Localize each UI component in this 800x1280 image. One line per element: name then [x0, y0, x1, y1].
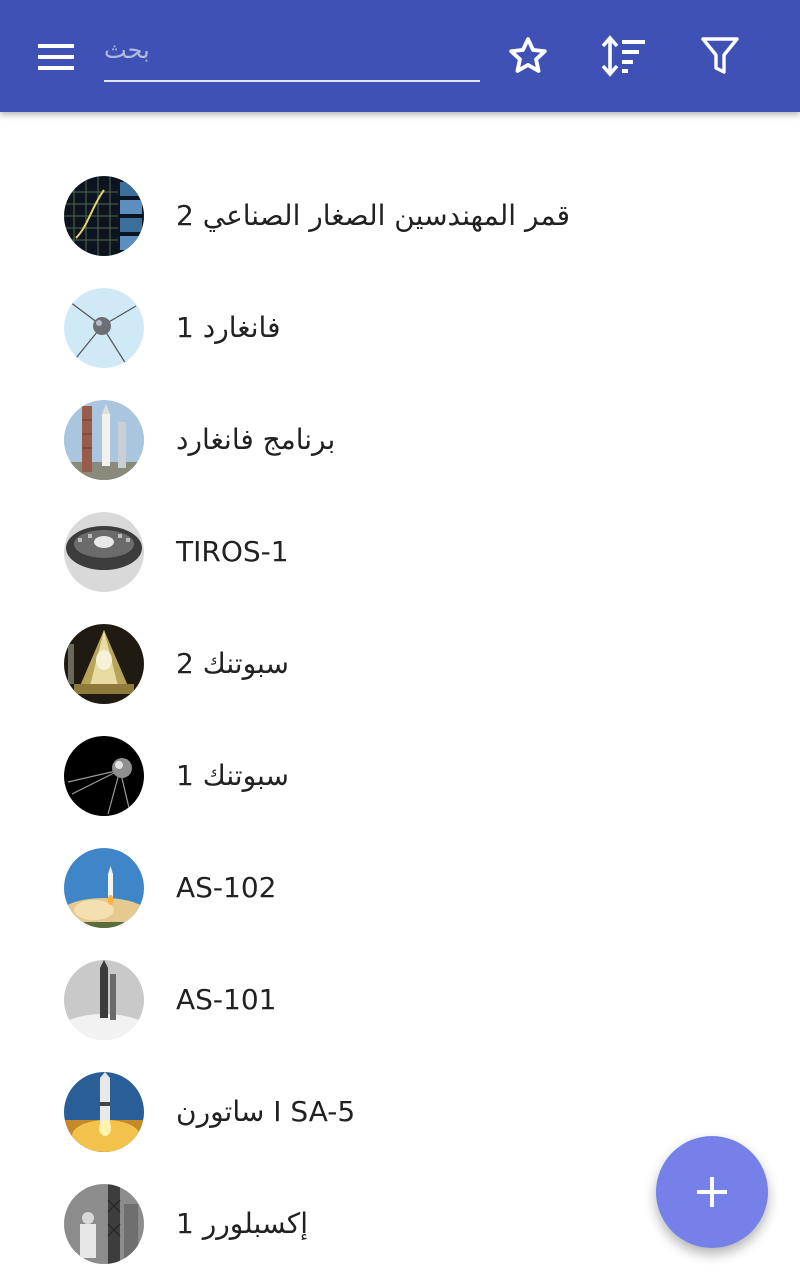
app-toolbar: [0, 0, 800, 112]
list-item-title: برنامج فانغارد: [176, 423, 336, 456]
tiros-satellite-thumbnail: [64, 512, 144, 592]
plus-icon: [697, 1177, 727, 1207]
list-item-title: TIROS-1: [176, 535, 289, 568]
list-item[interactable]: AS-101: [0, 944, 800, 1056]
list-item-title: إكسبلورر 1: [176, 1207, 309, 1240]
sort-button[interactable]: [596, 28, 652, 84]
sort-icon: [601, 35, 645, 77]
satellite-graph-thumbnail: [64, 176, 144, 256]
list-item[interactable]: AS-102: [0, 832, 800, 944]
list-item-title: سبوتنك 2: [176, 647, 289, 680]
star-outline-icon: [509, 37, 547, 73]
list-item-title: قمر المهندسين الصغار الصناعي 2: [176, 199, 570, 232]
list-item-title: AS-102: [176, 871, 277, 904]
vanguard-satellite-thumbnail: [64, 288, 144, 368]
list-item[interactable]: TIROS-1: [0, 496, 800, 608]
list-item-title: ساتورن I SA-5: [176, 1095, 356, 1128]
add-fab-button[interactable]: [656, 1136, 768, 1248]
explorer-bw-thumbnail: [64, 1184, 144, 1264]
list-item-title: AS-101: [176, 983, 277, 1016]
list-item[interactable]: برنامج فانغارد: [0, 384, 800, 496]
search-input[interactable]: [104, 30, 480, 70]
list-item-title: سبوتنك 1: [176, 759, 289, 792]
menu-button[interactable]: [28, 28, 84, 84]
sputnik2-thumbnail: [64, 624, 144, 704]
launch-tower-thumbnail: [64, 400, 144, 480]
list-item[interactable]: سبوتنك 1: [0, 720, 800, 832]
saturn-launch-thumbnail: [64, 1072, 144, 1152]
favorites-button[interactable]: [500, 28, 556, 84]
article-list: قمر المهندسين الصغار الصناعي 2 فانغارد 1: [0, 160, 800, 1280]
list-item-title: فانغارد 1: [176, 311, 281, 344]
rocket-launch-bw-thumbnail: [64, 960, 144, 1040]
menu-icon: [38, 44, 74, 70]
search-field[interactable]: [104, 30, 480, 82]
list-item[interactable]: قمر المهندسين الصغار الصناعي 2: [0, 160, 800, 272]
list-item[interactable]: سبوتنك 2: [0, 608, 800, 720]
rocket-launch-sky-thumbnail: [64, 848, 144, 928]
filter-button[interactable]: [692, 28, 748, 84]
filter-icon: [701, 37, 739, 74]
app-root: قمر المهندسين الصغار الصناعي 2 فانغارد 1: [0, 0, 800, 1280]
sputnik1-thumbnail: [64, 736, 144, 816]
list-item[interactable]: فانغارد 1: [0, 272, 800, 384]
